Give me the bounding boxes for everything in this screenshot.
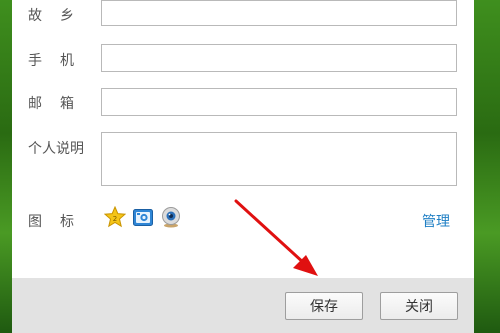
save-button[interactable]: 保存 [285,292,363,320]
webcam-badge-icon[interactable] [160,206,182,228]
svg-text:2: 2 [113,215,117,223]
dialog-footer: 保存 关闭 [12,278,474,333]
email-field[interactable] [101,88,457,116]
bio-textarea[interactable] [101,132,457,186]
profile-dialog: 故乡 手机 邮箱 个人说明 图标 2 管理 保存 关闭 [12,0,474,333]
desktop-background-left [0,0,12,333]
hometown-label: 故乡 [28,8,92,24]
phone-field[interactable] [101,44,457,72]
manage-icons-link[interactable]: 管理 [422,211,450,231]
icon-list: 2 [103,205,182,228]
camera-badge-icon[interactable] [132,206,154,228]
desktop-background-right [474,0,500,333]
bio-label: 个人说明 [28,141,84,157]
icons-label: 图标 [28,214,92,230]
close-button[interactable]: 关闭 [380,292,458,320]
email-label: 邮箱 [28,96,92,112]
hometown-field[interactable] [101,0,457,26]
star-badge-icon[interactable]: 2 [103,205,127,228]
phone-label: 手机 [28,53,92,69]
